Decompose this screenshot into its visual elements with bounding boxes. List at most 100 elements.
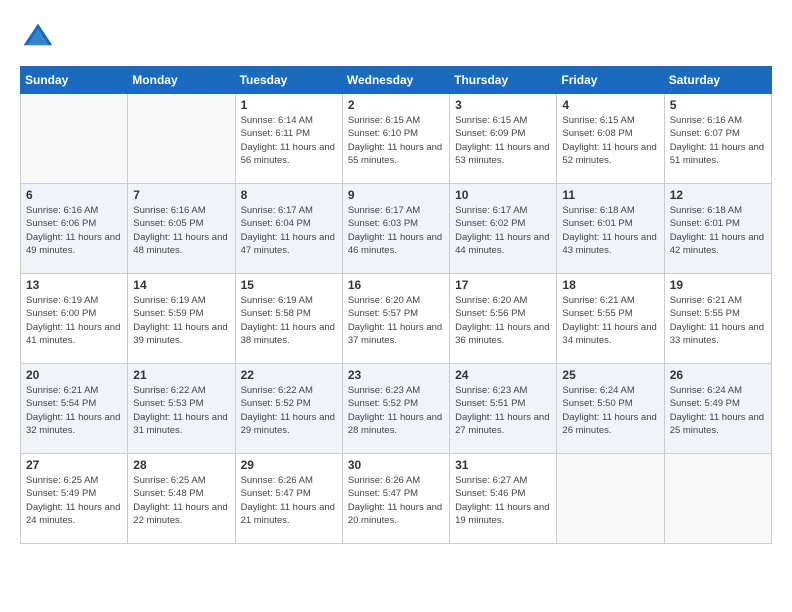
weekday-header: Saturday (664, 67, 771, 94)
logo-icon (20, 20, 56, 56)
calendar-week-row: 1 Sunrise: 6:14 AM Sunset: 6:11 PM Daylig… (21, 94, 772, 184)
calendar-cell: 29 Sunrise: 6:26 AM Sunset: 5:47 PM Dayli… (235, 454, 342, 544)
day-info: Sunrise: 6:25 AM Sunset: 5:48 PM Dayligh… (133, 474, 229, 527)
day-info: Sunrise: 6:16 AM Sunset: 6:06 PM Dayligh… (26, 204, 122, 257)
calendar-cell: 13 Sunrise: 6:19 AM Sunset: 6:00 PM Dayli… (21, 274, 128, 364)
calendar-cell: 17 Sunrise: 6:20 AM Sunset: 5:56 PM Dayli… (450, 274, 557, 364)
day-number: 22 (241, 368, 337, 382)
calendar-cell: 24 Sunrise: 6:23 AM Sunset: 5:51 PM Dayli… (450, 364, 557, 454)
day-number: 27 (26, 458, 122, 472)
calendar-cell: 7Sunrise: 6:16 AM Sunset: 6:05 PM Daylig… (128, 184, 235, 274)
day-info: Sunrise: 6:17 AM Sunset: 6:03 PM Dayligh… (348, 204, 444, 257)
day-number: 19 (670, 278, 766, 292)
calendar-cell: 3 Sunrise: 6:15 AM Sunset: 6:09 PM Daylig… (450, 94, 557, 184)
day-number: 14 (133, 278, 229, 292)
day-number: 21 (133, 368, 229, 382)
calendar-cell: 25Sunrise: 6:24 AM Sunset: 5:50 PM Dayli… (557, 364, 664, 454)
day-info: Sunrise: 6:19 AM Sunset: 6:00 PM Dayligh… (26, 294, 122, 347)
calendar-cell: 19Sunrise: 6:21 AM Sunset: 5:55 PM Dayli… (664, 274, 771, 364)
day-info: Sunrise: 6:16 AM Sunset: 6:05 PM Dayligh… (133, 204, 229, 257)
logo (20, 20, 60, 56)
day-number: 16 (348, 278, 444, 292)
calendar-week-row: 6 Sunrise: 6:16 AM Sunset: 6:06 PM Daylig… (21, 184, 772, 274)
calendar-cell: 18 Sunrise: 6:21 AM Sunset: 5:55 PM Dayli… (557, 274, 664, 364)
day-info: Sunrise: 6:22 AM Sunset: 5:53 PM Dayligh… (133, 384, 229, 437)
day-number: 5 (670, 98, 766, 112)
calendar-cell: 22 Sunrise: 6:22 AM Sunset: 5:52 PM Dayli… (235, 364, 342, 454)
calendar-cell: 27 Sunrise: 6:25 AM Sunset: 5:49 PM Dayli… (21, 454, 128, 544)
day-info: Sunrise: 6:22 AM Sunset: 5:52 PM Dayligh… (241, 384, 337, 437)
day-info: Sunrise: 6:20 AM Sunset: 5:57 PM Dayligh… (348, 294, 444, 347)
calendar-cell (557, 454, 664, 544)
calendar-cell: 12Sunrise: 6:18 AM Sunset: 6:01 PM Dayli… (664, 184, 771, 274)
day-info: Sunrise: 6:18 AM Sunset: 6:01 PM Dayligh… (670, 204, 766, 257)
day-info: Sunrise: 6:17 AM Sunset: 6:04 PM Dayligh… (241, 204, 337, 257)
day-number: 2 (348, 98, 444, 112)
weekday-header: Wednesday (342, 67, 449, 94)
day-info: Sunrise: 6:14 AM Sunset: 6:11 PM Dayligh… (241, 114, 337, 167)
calendar-week-row: 13 Sunrise: 6:19 AM Sunset: 6:00 PM Dayli… (21, 274, 772, 364)
day-number: 30 (348, 458, 444, 472)
calendar-cell: 11Sunrise: 6:18 AM Sunset: 6:01 PM Dayli… (557, 184, 664, 274)
calendar-cell: 8Sunrise: 6:17 AM Sunset: 6:04 PM Daylig… (235, 184, 342, 274)
day-number: 28 (133, 458, 229, 472)
day-number: 24 (455, 368, 551, 382)
day-info: Sunrise: 6:19 AM Sunset: 5:59 PM Dayligh… (133, 294, 229, 347)
calendar-cell: 16 Sunrise: 6:20 AM Sunset: 5:57 PM Dayli… (342, 274, 449, 364)
calendar-cell: 23 Sunrise: 6:23 AM Sunset: 5:52 PM Dayli… (342, 364, 449, 454)
calendar-cell: 28 Sunrise: 6:25 AM Sunset: 5:48 PM Dayli… (128, 454, 235, 544)
day-info: Sunrise: 6:15 AM Sunset: 6:09 PM Dayligh… (455, 114, 551, 167)
calendar-cell: 21 Sunrise: 6:22 AM Sunset: 5:53 PM Dayli… (128, 364, 235, 454)
day-number: 26 (670, 368, 766, 382)
day-info: Sunrise: 6:25 AM Sunset: 5:49 PM Dayligh… (26, 474, 122, 527)
day-info: Sunrise: 6:21 AM Sunset: 5:55 PM Dayligh… (562, 294, 658, 347)
day-number: 6 (26, 188, 122, 202)
calendar-cell: 31 Sunrise: 6:27 AM Sunset: 5:46 PM Dayli… (450, 454, 557, 544)
day-number: 13 (26, 278, 122, 292)
day-number: 31 (455, 458, 551, 472)
day-info: Sunrise: 6:20 AM Sunset: 5:56 PM Dayligh… (455, 294, 551, 347)
calendar-cell: 5 Sunrise: 6:16 AM Sunset: 6:07 PM Daylig… (664, 94, 771, 184)
day-info: Sunrise: 6:16 AM Sunset: 6:07 PM Dayligh… (670, 114, 766, 167)
calendar-cell (664, 454, 771, 544)
day-info: Sunrise: 6:18 AM Sunset: 6:01 PM Dayligh… (562, 204, 658, 257)
calendar-cell: 26Sunrise: 6:24 AM Sunset: 5:49 PM Dayli… (664, 364, 771, 454)
calendar-cell: 10Sunrise: 6:17 AM Sunset: 6:02 PM Dayli… (450, 184, 557, 274)
weekday-header: Sunday (21, 67, 128, 94)
weekday-header: Tuesday (235, 67, 342, 94)
day-info: Sunrise: 6:27 AM Sunset: 5:46 PM Dayligh… (455, 474, 551, 527)
day-number: 1 (241, 98, 337, 112)
calendar-week-row: 20 Sunrise: 6:21 AM Sunset: 5:54 PM Dayli… (21, 364, 772, 454)
day-number: 29 (241, 458, 337, 472)
day-number: 15 (241, 278, 337, 292)
day-info: Sunrise: 6:23 AM Sunset: 5:51 PM Dayligh… (455, 384, 551, 437)
day-info: Sunrise: 6:24 AM Sunset: 5:50 PM Dayligh… (562, 384, 658, 437)
calendar-cell: 4Sunrise: 6:15 AM Sunset: 6:08 PM Daylig… (557, 94, 664, 184)
day-number: 9 (348, 188, 444, 202)
calendar-cell: 1 Sunrise: 6:14 AM Sunset: 6:11 PM Daylig… (235, 94, 342, 184)
calendar-table: SundayMondayTuesdayWednesdayThursdayFrid… (20, 66, 772, 544)
calendar-week-row: 27 Sunrise: 6:25 AM Sunset: 5:49 PM Dayli… (21, 454, 772, 544)
calendar-cell (128, 94, 235, 184)
calendar-cell: 9 Sunrise: 6:17 AM Sunset: 6:03 PM Daylig… (342, 184, 449, 274)
weekday-header: Monday (128, 67, 235, 94)
day-info: Sunrise: 6:26 AM Sunset: 5:47 PM Dayligh… (241, 474, 337, 527)
calendar-cell: 30Sunrise: 6:26 AM Sunset: 5:47 PM Dayli… (342, 454, 449, 544)
day-number: 17 (455, 278, 551, 292)
day-number: 3 (455, 98, 551, 112)
day-info: Sunrise: 6:23 AM Sunset: 5:52 PM Dayligh… (348, 384, 444, 437)
day-info: Sunrise: 6:15 AM Sunset: 6:10 PM Dayligh… (348, 114, 444, 167)
day-number: 4 (562, 98, 658, 112)
day-number: 10 (455, 188, 551, 202)
calendar-cell: 2 Sunrise: 6:15 AM Sunset: 6:10 PM Daylig… (342, 94, 449, 184)
day-number: 20 (26, 368, 122, 382)
calendar-cell: 15Sunrise: 6:19 AM Sunset: 5:58 PM Dayli… (235, 274, 342, 364)
calendar-cell: 6 Sunrise: 6:16 AM Sunset: 6:06 PM Daylig… (21, 184, 128, 274)
day-info: Sunrise: 6:21 AM Sunset: 5:54 PM Dayligh… (26, 384, 122, 437)
weekday-header: Friday (557, 67, 664, 94)
day-number: 23 (348, 368, 444, 382)
calendar-cell: 14 Sunrise: 6:19 AM Sunset: 5:59 PM Dayli… (128, 274, 235, 364)
day-number: 18 (562, 278, 658, 292)
calendar-cell: 20 Sunrise: 6:21 AM Sunset: 5:54 PM Dayli… (21, 364, 128, 454)
calendar-cell (21, 94, 128, 184)
